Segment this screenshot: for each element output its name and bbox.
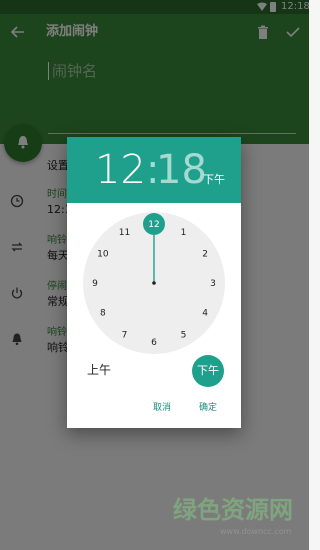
dial-number-2[interactable]: 2 xyxy=(202,250,208,260)
ok-button[interactable]: 确定 xyxy=(199,402,217,414)
header-hour[interactable]: 12 xyxy=(95,147,146,193)
cancel-button[interactable]: 取消 xyxy=(153,402,171,414)
header-ampm[interactable]: 下午 xyxy=(203,173,225,187)
dial-number-6[interactable]: 6 xyxy=(151,338,157,348)
dial-number-4[interactable]: 4 xyxy=(202,309,208,319)
watermark-url: www.downcc.com xyxy=(220,527,292,536)
dial-number-9[interactable]: 9 xyxy=(92,279,98,289)
dial-number-5[interactable]: 5 xyxy=(181,330,187,340)
dial-number-3[interactable]: 3 xyxy=(210,279,216,289)
pm-button[interactable]: 下午 xyxy=(192,355,224,387)
clock-center-dot xyxy=(152,281,156,285)
dial-number-11[interactable]: 11 xyxy=(119,228,130,238)
header-minute[interactable]: 18 xyxy=(156,147,207,193)
dial-number-10[interactable]: 10 xyxy=(97,250,109,260)
clock-dial[interactable]: 121234567891011 xyxy=(67,203,241,361)
dial-number-8[interactable]: 8 xyxy=(100,309,106,319)
dial-number-12[interactable]: 12 xyxy=(148,220,159,230)
dial-number-1[interactable]: 1 xyxy=(181,228,187,238)
am-button[interactable]: 上午 xyxy=(87,363,111,377)
dial-number-7[interactable]: 7 xyxy=(122,330,128,340)
watermark-logo-text: 绿色资源网 xyxy=(173,496,293,524)
time-picker-dialog: 12 : 18 下午 12 1 2 3 4 5 6 7 8 9 10 11 上午 下午 取消 确定 xyxy=(67,137,241,428)
time-picker-header: 12 : 18 下午 xyxy=(67,137,241,203)
